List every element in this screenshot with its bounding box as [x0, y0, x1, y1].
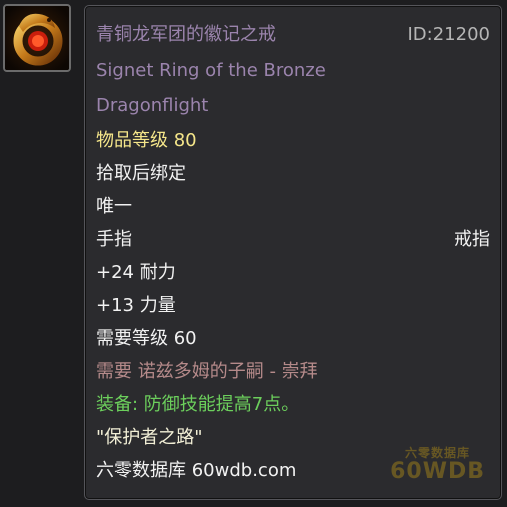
- watermark-logo: 六零数据库 60WDB: [390, 446, 485, 484]
- watermark-top: 六零数据库: [405, 446, 471, 460]
- item-name-en-line1: Signet Ring of the Bronze: [96, 60, 326, 81]
- item-id: ID:21200: [407, 24, 491, 45]
- item-equip-effect[interactable]: 装备: 防御技能提高7点。: [96, 393, 299, 417]
- item-stat-stamina: +24 耐力: [96, 262, 176, 283]
- item-required-reputation: 需要 诺兹多姆的子嗣 - 崇拜: [96, 361, 318, 382]
- item-name-en-line2: Dragonflight: [96, 95, 209, 116]
- item-icon-frame: [3, 4, 71, 72]
- item-slot: 手指: [96, 229, 132, 250]
- item-binding: 拾取后绑定: [96, 163, 186, 184]
- item-tooltip: 青铜龙军团的徽记之戒 ID:21200 Signet Ring of the B…: [84, 5, 502, 500]
- bronze-dragon-ring-icon: [5, 6, 69, 70]
- item-type: 戒指: [454, 229, 490, 250]
- item-unique: 唯一: [96, 196, 132, 217]
- item-level: 物品等级 80: [96, 130, 197, 151]
- item-flavor-text: "保护者之路": [96, 427, 203, 448]
- item-required-level: 需要等级 60: [96, 328, 197, 349]
- item-stat-strength: +13 力量: [96, 295, 176, 316]
- item-source: 六零数据库 60wdb.com: [96, 460, 297, 481]
- item-name-cn: 青铜龙军团的徽记之戒: [96, 24, 276, 45]
- watermark-bottom: 60WDB: [390, 459, 485, 484]
